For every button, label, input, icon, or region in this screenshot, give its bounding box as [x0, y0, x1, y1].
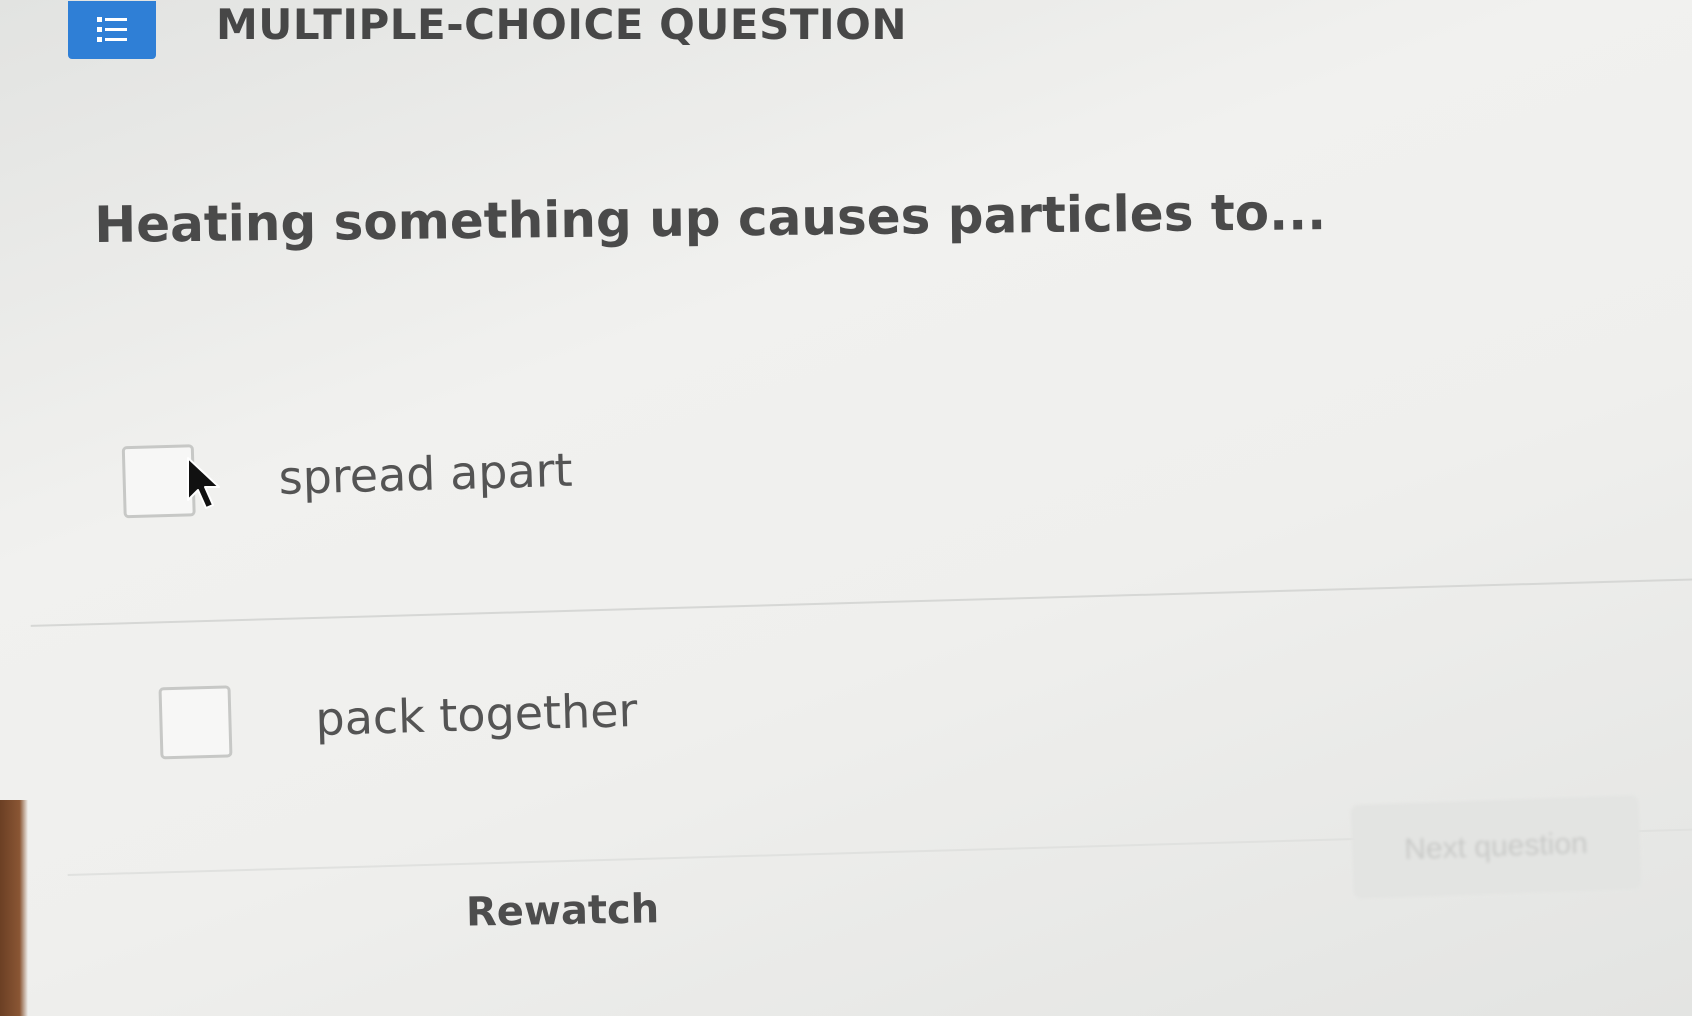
answer-label: pack together: [314, 683, 639, 746]
answer-checkbox[interactable]: [158, 685, 233, 760]
question-type-label: MULTIPLE-CHOICE QUESTION: [216, 0, 907, 49]
answer-options: spread apart pack together: [24, 338, 1692, 876]
rewatch-button[interactable]: Rewatch: [466, 886, 660, 935]
answer-checkbox[interactable]: [121, 444, 196, 519]
list-icon: [68, 1, 156, 59]
answer-label: spread apart: [277, 442, 574, 505]
question-header: MULTIPLE-CHOICE QUESTION: [68, 0, 907, 60]
answer-option[interactable]: spread apart: [24, 338, 1692, 584]
monitor-bezel: [0, 800, 28, 1016]
next-question-button[interactable]: Next question: [1350, 795, 1642, 899]
question-text: Heating something up causes particles to…: [94, 183, 1327, 254]
quiz-screen: MULTIPLE-CHOICE QUESTION Heating somethi…: [0, 0, 1692, 1016]
mouse-pointer-icon: [186, 456, 226, 517]
answer-option[interactable]: pack together: [30, 578, 1692, 876]
